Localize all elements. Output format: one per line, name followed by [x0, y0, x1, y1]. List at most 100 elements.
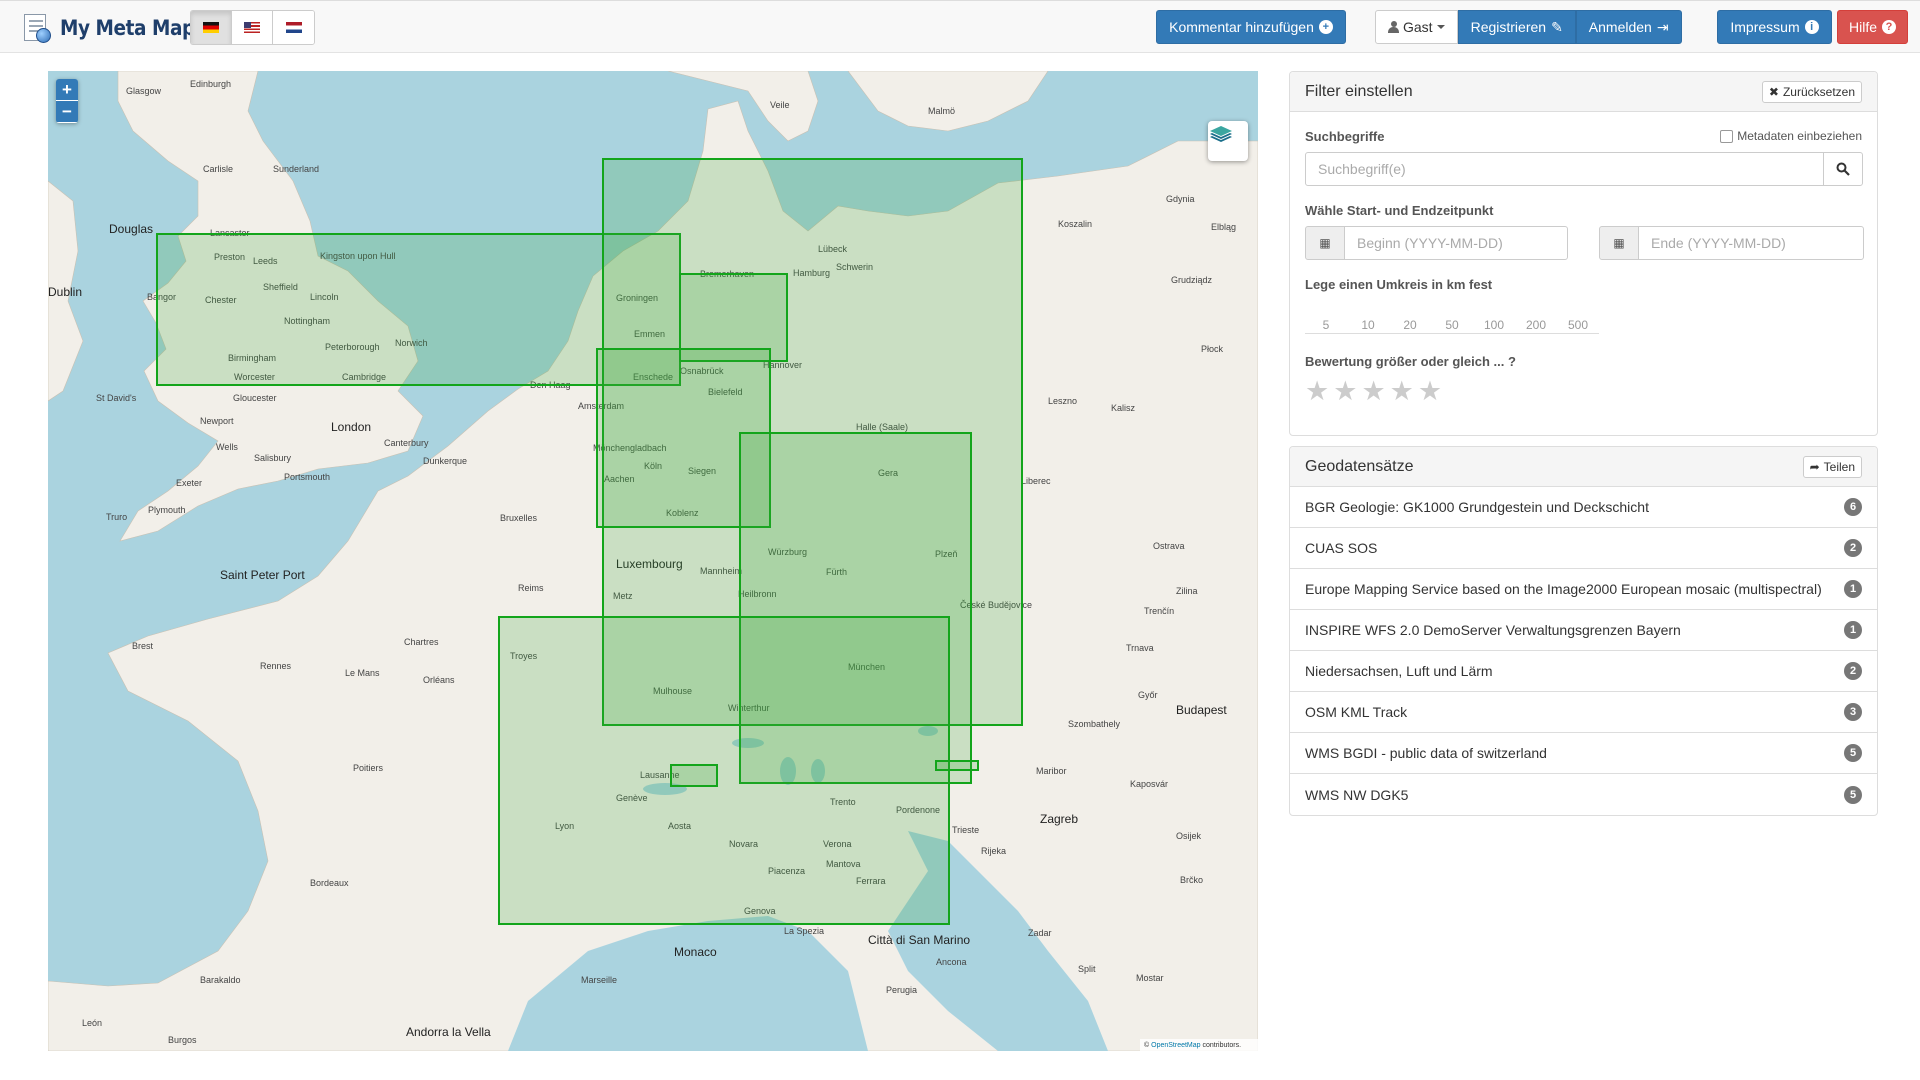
map-place-label: Burgos — [168, 1035, 197, 1045]
zoom-in-button[interactable]: + — [56, 79, 78, 101]
map-view[interactable]: Glasgow Edinburgh Douglas Leeds Sheffield Lin… — [48, 71, 1258, 1051]
map-place-label: Newport — [200, 416, 234, 426]
dataset-list-item[interactable]: WMS NW DGK5 5 — [1290, 774, 1877, 815]
metadata-checkbox[interactable]: Metadaten einbeziehen — [1720, 129, 1862, 143]
login-button[interactable]: Anmelden ⇥ — [1575, 10, 1682, 44]
map-canvas[interactable]: GlasgowEdinburghDouglasLeedsSheffieldLin… — [48, 71, 1258, 1051]
map-place-label: Orléans — [423, 675, 455, 685]
reset-filter-button[interactable]: ✖ Zurücksetzen — [1761, 80, 1862, 103]
zoom-control: + − — [56, 79, 78, 123]
login-label: Anmelden — [1588, 19, 1652, 35]
dataset-count-badge: 6 — [1844, 498, 1862, 516]
map-place-label: Plymouth — [148, 505, 186, 515]
imprint-label: Impressum — [1730, 19, 1800, 35]
dataset-count-badge: 2 — [1844, 662, 1862, 680]
map-place-label: Kalisz — [1111, 403, 1136, 413]
flag-usa-icon — [244, 22, 260, 33]
radius-option[interactable]: 100 — [1473, 316, 1515, 334]
flag-netherlands-icon — [285, 22, 302, 33]
star-icon[interactable]: ★ — [1333, 378, 1357, 405]
dataset-name: Europe Mapping Service based on the Imag… — [1305, 581, 1822, 597]
star-icon[interactable]: ★ — [1361, 378, 1385, 405]
radius-option[interactable]: 20 — [1389, 316, 1431, 334]
reset-label: Zurücksetzen — [1782, 84, 1855, 99]
map-place-label: Koszalin — [1058, 219, 1092, 229]
close-icon: ✖ — [1768, 84, 1779, 99]
map-place-label: Bruxelles — [500, 513, 538, 523]
edit-icon: ✎ — [1551, 18, 1563, 35]
dataset-list-item[interactable]: WMS BGDI - public data of switzerland 5 — [1290, 733, 1877, 774]
map-place-label: Carlisle — [203, 164, 233, 174]
radius-option[interactable]: 500 — [1557, 316, 1599, 334]
language-button-nl[interactable] — [273, 11, 314, 44]
map-place-label: Edinburgh — [190, 79, 231, 89]
map-place-label: Glasgow — [126, 86, 162, 96]
bbox-small-lake[interactable] — [670, 764, 718, 787]
dataset-list-item[interactable]: INSPIRE WFS 2.0 DemoServer Verwaltungsgr… — [1290, 610, 1877, 651]
radius-option[interactable]: 10 — [1347, 316, 1389, 334]
radius-selector: 5 10 20 50 100 200 500 — [1305, 316, 1599, 334]
share-button[interactable]: ➦ Teilen — [1802, 455, 1862, 478]
radius-option[interactable]: 5 — [1305, 316, 1347, 334]
star-icon[interactable]: ★ — [1418, 378, 1442, 405]
filter-panel-heading: Filter einstellen ✖ Zurücksetzen — [1290, 72, 1877, 112]
bbox-small-track[interactable] — [935, 760, 979, 771]
map-place-label: Portsmouth — [284, 472, 330, 482]
map-place-label: St David's — [96, 393, 137, 403]
datasets-list: BGR Geologie: GK1000 Grundgestein und De… — [1290, 487, 1877, 815]
map-place-label: Dunkerque — [423, 456, 467, 466]
map-place-label: Sunderland — [273, 164, 319, 174]
map-place-label: Barakaldo — [200, 975, 241, 985]
dataset-list-item[interactable]: BGR Geologie: GK1000 Grundgestein und De… — [1290, 487, 1877, 528]
map-place-label: Győr — [1138, 690, 1158, 700]
map-place-label: Brest — [132, 641, 154, 651]
star-icon[interactable]: ★ — [1390, 378, 1414, 405]
bbox-switzerland[interactable] — [498, 616, 950, 925]
map-place-label: Rennes — [260, 661, 292, 671]
start-date-input[interactable]: Beginn (YYYY-MM-DD) — [1344, 226, 1568, 260]
guest-dropdown[interactable]: Gast — [1375, 10, 1458, 44]
zoom-out-button[interactable]: − — [56, 101, 78, 123]
dataset-name: WMS BGDI - public data of switzerland — [1305, 745, 1547, 761]
help-label: Hilfe — [1848, 19, 1877, 35]
map-place-label: Monaco — [674, 945, 717, 959]
dataset-list-item[interactable]: Europe Mapping Service based on the Imag… — [1290, 569, 1877, 610]
metadata-checkbox-label: Metadaten einbeziehen — [1737, 129, 1862, 143]
dataset-list-item[interactable]: OSM KML Track 3 — [1290, 692, 1877, 733]
radius-option[interactable]: 200 — [1515, 316, 1557, 334]
map-place-label: Wells — [216, 442, 238, 452]
map-place-label: Ancona — [936, 957, 967, 967]
dataset-list-item[interactable]: Niedersachsen, Luft und Lärm 2 — [1290, 651, 1877, 692]
search-button[interactable] — [1823, 152, 1863, 186]
imprint-button[interactable]: Impressum i — [1717, 10, 1832, 44]
map-place-label: Reims — [518, 583, 544, 593]
map-place-label: Trenčín — [1144, 606, 1174, 616]
keywords-input[interactable]: Suchbegriff(e) — [1305, 152, 1824, 186]
sign-in-icon: ⇥ — [1656, 18, 1669, 35]
map-place-label: Malmö — [928, 106, 955, 116]
map-place-label: Liberec — [1021, 476, 1051, 486]
help-button[interactable]: Hilfe ? — [1837, 10, 1908, 44]
checkbox-icon[interactable] — [1720, 129, 1734, 143]
layers-icon — [1210, 126, 1232, 142]
register-button[interactable]: Registrieren ✎ — [1457, 10, 1576, 44]
flag-germany-icon — [203, 22, 219, 33]
layer-switcher-button[interactable] — [1208, 121, 1248, 161]
map-place-label: Douglas — [109, 222, 153, 236]
dataset-list-item[interactable]: CUAS SOS 2 — [1290, 528, 1877, 569]
map-place-label: Osijek — [1176, 831, 1202, 841]
map-place-label: Zadar — [1028, 928, 1052, 938]
language-button-de[interactable] — [191, 11, 232, 44]
end-date-input[interactable]: Ende (YYYY-MM-DD) — [1638, 226, 1864, 260]
add-comment-button[interactable]: Kommentar hinzufügen + — [1156, 10, 1346, 44]
bbox-niedersachsen[interactable] — [679, 273, 788, 362]
radius-option[interactable]: 50 — [1431, 316, 1473, 334]
share-label: Teilen — [1823, 459, 1855, 474]
star-icon[interactable]: ★ — [1305, 378, 1329, 405]
map-place-label: Andorra la Vella — [406, 1025, 491, 1039]
rating-label: Bewertung größer oder gleich ... ? — [1305, 354, 1516, 369]
openstreetmap-link[interactable]: OpenStreetMap — [1151, 1042, 1200, 1049]
register-label: Registrieren — [1470, 19, 1547, 35]
attribution-prefix: © — [1144, 1041, 1150, 1049]
language-button-en[interactable] — [232, 11, 273, 44]
